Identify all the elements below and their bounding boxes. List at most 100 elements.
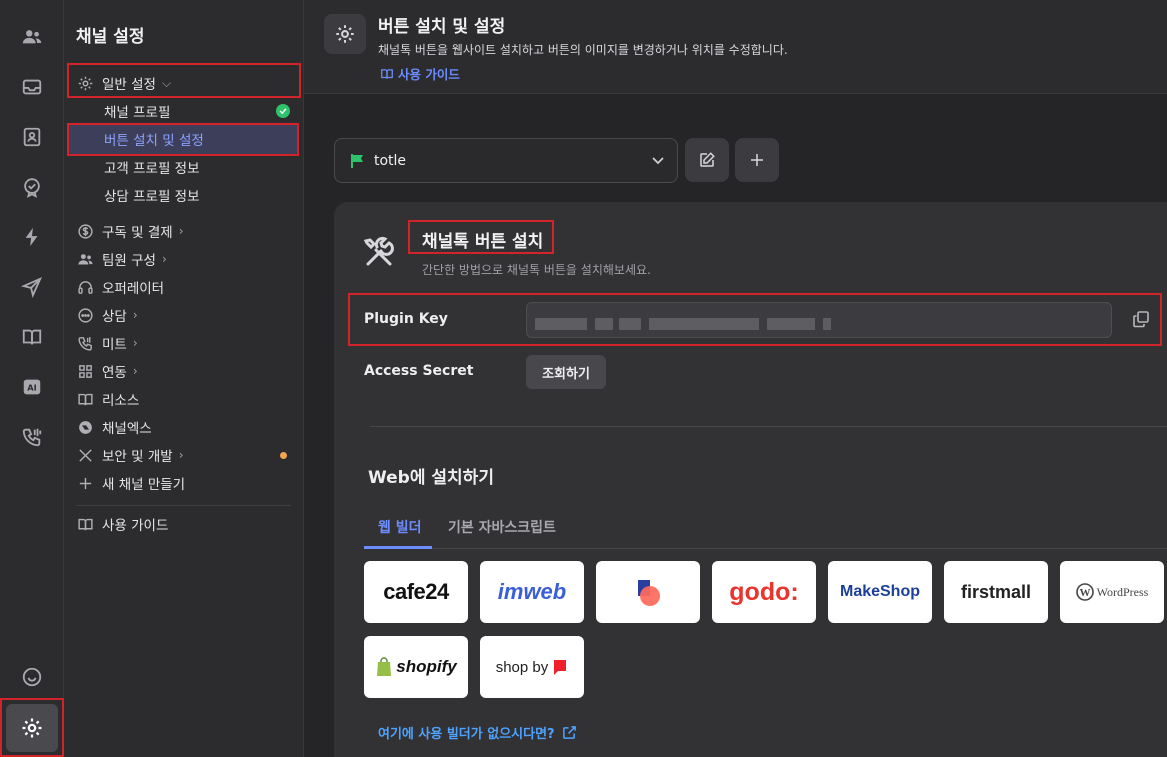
- channel-select-value: totle: [374, 152, 407, 169]
- install-card: 채널톡 버튼 설치 간단한 방법으로 채널톡 버튼을 설치해보세요. Plugi…: [334, 202, 1167, 757]
- web-install-title: Web에 설치하기: [368, 468, 494, 488]
- godo-logo: godo:: [729, 577, 799, 606]
- channel-select[interactable]: totle: [334, 138, 678, 183]
- page-title: 버튼 설치 및 설정: [378, 17, 506, 37]
- page-description: 채널톡 버튼을 웹사이트 설치하고 버튼의 이미지를 변경하거나 위치를 수정합…: [378, 43, 788, 57]
- settings-gear-icon: [324, 14, 366, 54]
- redacted-text: [595, 318, 613, 330]
- builder-tile-shopby[interactable]: shop by: [480, 636, 584, 698]
- sidebar-item-operator[interactable]: 오퍼레이터: [76, 274, 164, 300]
- builder-tile-firstmall[interactable]: firstmall: [944, 561, 1048, 623]
- notification-dot: [280, 452, 287, 459]
- copy-icon[interactable]: [1132, 310, 1150, 328]
- gear-icon: [76, 74, 94, 92]
- plugin-key-field[interactable]: [526, 302, 1112, 338]
- builder-tile-rounded-logo[interactable]: [596, 561, 700, 623]
- builder-tile-cafe24[interactable]: cafe24: [364, 561, 468, 623]
- headset-icon: [76, 278, 94, 296]
- builder-tile-imweb[interactable]: imweb: [480, 561, 584, 623]
- card-subtitle: 간단한 방법으로 채널톡 버튼을 설치해보세요.: [422, 263, 651, 277]
- badge-check-icon[interactable]: [12, 167, 52, 207]
- wrench-screwdriver-icon: [363, 236, 394, 266]
- edit-button[interactable]: [685, 138, 729, 182]
- wordpress-logo-text: WordPress: [1096, 584, 1149, 599]
- sidebar-item-label: 새 채널 만들기: [102, 477, 186, 493]
- guide-link[interactable]: 사용 가이드: [380, 64, 460, 83]
- channelx-icon: [76, 418, 94, 436]
- shopby-flag-icon: [554, 660, 567, 675]
- lookup-button[interactable]: 조회하기: [526, 355, 606, 389]
- sidebar-item-consult[interactable]: 상담 ›: [76, 302, 138, 328]
- sidebar-divider: [76, 505, 291, 506]
- inbox-icon[interactable]: [12, 67, 52, 107]
- sidebar-item-general-settings[interactable]: 일반 설정 ⌵: [76, 70, 171, 96]
- redacted-text: [619, 318, 641, 330]
- icon-rail: AI: [0, 0, 64, 757]
- tab-underline: [364, 546, 432, 549]
- send-icon[interactable]: [12, 267, 52, 307]
- firstmall-logo: firstmall: [960, 581, 1032, 602]
- sidebar-sub-button-settings[interactable]: 버튼 설치 및 설정: [104, 126, 204, 152]
- check-circle-icon: [276, 104, 290, 118]
- sidebar-item-subscription[interactable]: 구독 및 결제 ›: [76, 218, 184, 244]
- builder-tile-wordpress[interactable]: W WordPress: [1060, 561, 1164, 623]
- sidebar-item-label: 오퍼레이터: [102, 281, 165, 297]
- contact-icon[interactable]: [12, 117, 52, 157]
- settings-rail-highlight: [0, 698, 64, 757]
- settings-gear-icon[interactable]: [6, 704, 58, 752]
- lightning-icon[interactable]: [12, 217, 52, 257]
- sidebar-item-label: 리소스: [102, 393, 140, 409]
- sidebar-sub-customer-profile[interactable]: 고객 프로필 정보: [104, 154, 200, 180]
- sidebar-item-label: 보안 및 개발: [102, 449, 173, 465]
- sidebar-item-new-channel[interactable]: 새 채널 만들기: [76, 470, 185, 496]
- sidebar-item-integration[interactable]: 연동 ›: [76, 358, 138, 384]
- card-title: 채널톡 버튼 설치: [422, 232, 544, 252]
- sidebar-item-security[interactable]: 보안 및 개발 ›: [76, 442, 184, 468]
- sidebar-title: 채널 설정: [76, 27, 145, 47]
- access-secret-label: Access Secret: [364, 363, 474, 379]
- ai-icon[interactable]: AI: [12, 367, 52, 407]
- book-icon: [76, 515, 94, 533]
- cafe24-logo: cafe24: [383, 579, 449, 605]
- phone-icon: [76, 334, 94, 352]
- sidebar-item-team[interactable]: 팀원 구성 ›: [76, 246, 167, 272]
- tab-baseline: [364, 548, 1167, 549]
- sidebar-item-meet[interactable]: 미트 ›: [76, 330, 138, 356]
- redacted-text: [823, 318, 831, 330]
- phone-icon[interactable]: [12, 417, 52, 457]
- tab-basic-javascript[interactable]: 기본 자바스크립트: [448, 517, 556, 537]
- profile-avatar-icon[interactable]: [12, 657, 52, 697]
- builder-missing-link[interactable]: 여기에 사용 빌더가 없으시다면?: [378, 723, 577, 742]
- redacted-text: [649, 318, 759, 330]
- chevron-right-icon: ›: [178, 224, 184, 238]
- plus-icon: [751, 154, 763, 166]
- builder-tile-shopify[interactable]: shopify: [364, 636, 468, 698]
- people-icon[interactable]: [12, 17, 52, 57]
- wordpress-icon: W: [1075, 583, 1094, 601]
- redacted-text: [535, 318, 587, 330]
- sidebar-item-channelx[interactable]: 채널엑스: [76, 414, 152, 440]
- guide-link-label: 사용 가이드: [398, 67, 460, 82]
- chevron-right-icon: ›: [132, 364, 138, 378]
- tab-web-builder[interactable]: 웹 빌더: [378, 517, 422, 537]
- sidebar-item-label: 팀원 구성: [102, 253, 156, 269]
- team-icon: [76, 250, 94, 268]
- open-book-icon[interactable]: [12, 317, 52, 357]
- sidebar-sub-label: 버튼 설치 및 설정: [104, 133, 204, 149]
- add-channel-button[interactable]: [735, 138, 779, 182]
- sidebar-item-guide[interactable]: 사용 가이드: [76, 511, 168, 537]
- redacted-text: [767, 318, 815, 330]
- builder-tile-makeshop[interactable]: MakeShop: [828, 561, 932, 623]
- sidebar-sub-channel-profile[interactable]: 채널 프로필: [104, 98, 170, 124]
- plugin-key-label: Plugin Key: [364, 311, 448, 327]
- sidebar-item-resource[interactable]: 리소스: [76, 386, 139, 412]
- svg-text:AI: AI: [27, 383, 36, 393]
- card-divider: [370, 426, 1167, 427]
- external-link-icon: [562, 726, 576, 739]
- svg-text:W: W: [1079, 587, 1090, 599]
- chevron-right-icon: ›: [132, 308, 138, 322]
- sidebar-sub-consult-profile[interactable]: 상담 프로필 정보: [104, 182, 200, 208]
- builder-tile-godo[interactable]: godo:: [712, 561, 816, 623]
- page-header: 버튼 설치 및 설정 채널톡 버튼을 웹사이트 설치하고 버튼의 이미지를 변경…: [304, 0, 1167, 94]
- sidebar-item-label: 사용 가이드: [102, 518, 169, 534]
